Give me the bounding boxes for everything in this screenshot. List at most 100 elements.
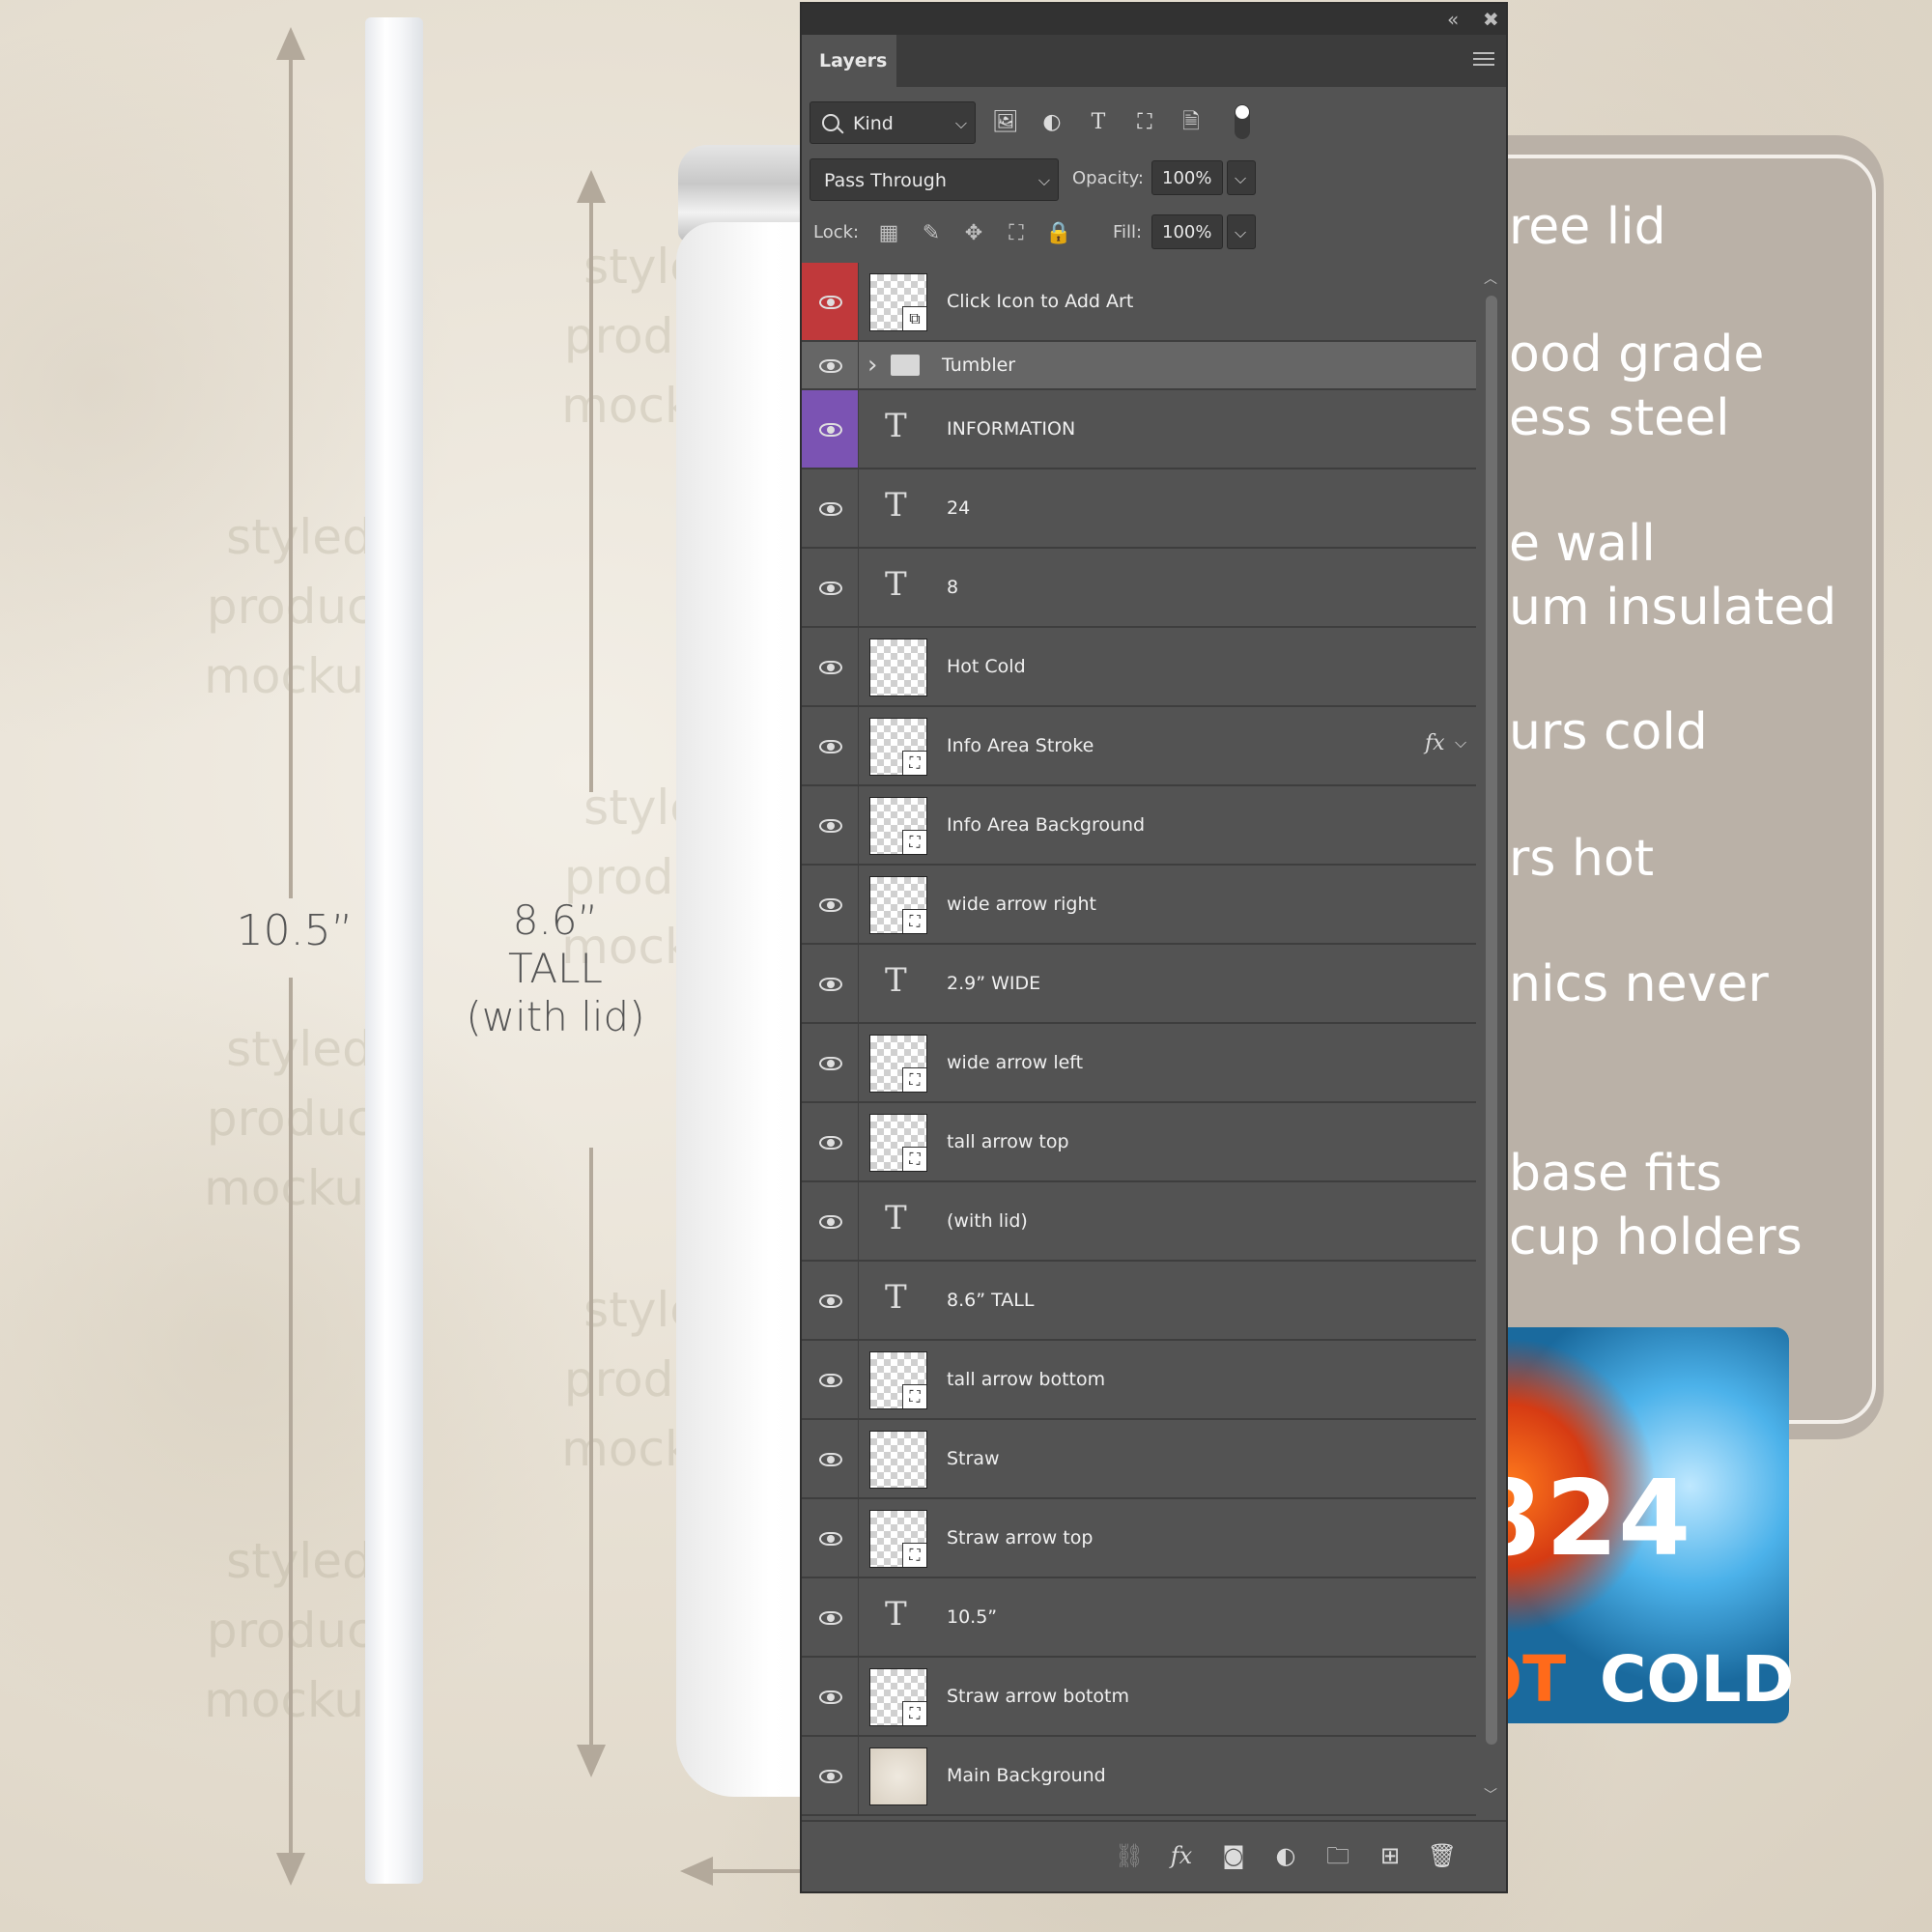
image-filter-icon[interactable]: 🖼 <box>991 108 1020 137</box>
collapse-panel-icon[interactable]: « <box>1447 8 1459 31</box>
new-group-icon[interactable]: 🗀 <box>1321 1839 1354 1872</box>
layer-name[interactable]: 8.6” TALL <box>947 1290 1034 1311</box>
layer-row[interactable]: ⛶ Info Area Stroke fx ⌵ <box>802 707 1476 786</box>
opacity-dropdown[interactable]: ⌵ <box>1227 160 1256 195</box>
layer-row[interactable]: T 10.5” <box>802 1578 1476 1658</box>
layer-name[interactable]: Hot Cold <box>947 656 1026 677</box>
scroll-up-icon[interactable]: ︿ <box>1484 269 1497 288</box>
visibility-cell[interactable] <box>802 628 859 705</box>
adjustment-filter-icon[interactable]: ◐ <box>1037 108 1066 137</box>
visibility-cell[interactable] <box>802 342 859 388</box>
shape-filter-icon[interactable]: ⛶ <box>1130 108 1159 137</box>
chevron-down-icon[interactable]: ⌵ <box>1455 733 1466 753</box>
filter-kind-select[interactable]: Kind ⌵ <box>810 101 976 144</box>
layer-row[interactable]: T 8.6” TALL <box>802 1262 1476 1341</box>
eye-icon[interactable] <box>819 1215 842 1229</box>
layer-name[interactable]: Straw arrow top <box>947 1527 1093 1548</box>
add-mask-icon[interactable]: ◙ <box>1217 1839 1250 1872</box>
layer-row[interactable]: › Tumbler <box>802 342 1476 390</box>
layer-row[interactable]: ⛶ Straw arrow top <box>802 1499 1476 1578</box>
layer-row[interactable]: ⛶ Info Area Background <box>802 786 1476 866</box>
expand-group-icon[interactable]: › <box>867 351 877 380</box>
panel-menu-icon[interactable] <box>1473 52 1494 70</box>
layer-row[interactable]: T 2.9” WIDE <box>802 945 1476 1024</box>
layer-row[interactable]: ⛶ tall arrow top <box>802 1103 1476 1182</box>
layer-name[interactable]: 8 <box>947 577 958 598</box>
visibility-cell[interactable] <box>802 1262 859 1339</box>
blend-mode-select[interactable]: Pass Through ⌵ <box>810 158 1059 201</box>
lock-artboard-icon[interactable]: ⛶ <box>1003 220 1030 247</box>
eye-icon[interactable] <box>819 1057 842 1070</box>
smart-object-filter-icon[interactable]: 🗎 <box>1177 108 1206 137</box>
layer-row[interactable]: ⧉ Click Icon to Add Art <box>802 263 1476 342</box>
visibility-cell[interactable] <box>802 1658 859 1735</box>
filter-toggle-icon[interactable] <box>1235 104 1250 139</box>
lock-transparent-pixels-icon[interactable]: ▦ <box>875 220 902 247</box>
layer-name[interactable]: Main Background <box>947 1765 1106 1786</box>
eye-icon[interactable] <box>819 1532 842 1546</box>
layer-name[interactable]: Tumbler <box>942 355 1015 376</box>
layer-row[interactable]: T INFORMATION <box>802 390 1476 469</box>
eye-icon[interactable] <box>819 1611 842 1625</box>
layer-name[interactable]: Straw <box>947 1448 1000 1469</box>
tab-layers[interactable]: Layers <box>802 35 896 87</box>
layer-name[interactable]: wide arrow right <box>947 894 1096 915</box>
layer-row[interactable]: ⛶ tall arrow bottom <box>802 1341 1476 1420</box>
scroll-thumb[interactable] <box>1486 296 1497 1745</box>
layer-name[interactable]: Info Area Stroke <box>947 735 1094 756</box>
eye-icon[interactable] <box>819 1770 842 1783</box>
visibility-cell[interactable] <box>802 1024 859 1101</box>
visibility-cell[interactable] <box>802 1420 859 1497</box>
eye-icon[interactable] <box>819 1374 842 1387</box>
visibility-cell[interactable] <box>802 1499 859 1577</box>
eye-icon[interactable] <box>819 978 842 991</box>
eye-icon[interactable] <box>819 423 842 437</box>
layer-name[interactable]: tall arrow bottom <box>947 1369 1105 1390</box>
eye-icon[interactable] <box>819 740 842 753</box>
layer-name[interactable]: Straw arrow bototm <box>947 1686 1129 1707</box>
layer-row[interactable]: Straw <box>802 1420 1476 1499</box>
visibility-cell[interactable] <box>802 263 859 340</box>
visibility-cell[interactable] <box>802 469 859 547</box>
visibility-cell[interactable] <box>802 549 859 626</box>
visibility-cell[interactable] <box>802 786 859 864</box>
layer-name[interactable]: 2.9” WIDE <box>947 973 1040 994</box>
layer-name[interactable]: Click Icon to Add Art <box>947 291 1133 312</box>
type-filter-icon[interactable]: T <box>1084 108 1113 137</box>
eye-icon[interactable] <box>819 296 842 309</box>
eye-icon[interactable] <box>819 898 842 912</box>
layer-row[interactable]: ⛶ Straw arrow bototm <box>802 1658 1476 1737</box>
layer-name[interactable]: 10.5” <box>947 1606 997 1628</box>
eye-icon[interactable] <box>819 582 842 595</box>
eye-icon[interactable] <box>819 819 842 833</box>
eye-icon[interactable] <box>819 1690 842 1704</box>
adjustment-layer-icon[interactable]: ◐ <box>1269 1839 1302 1872</box>
layer-name[interactable]: (with lid) <box>947 1210 1028 1232</box>
lock-all-icon[interactable]: 🔒 <box>1045 220 1072 247</box>
layer-row[interactable]: T (with lid) <box>802 1182 1476 1262</box>
close-panel-icon[interactable]: ✖ <box>1483 8 1499 31</box>
visibility-cell[interactable] <box>802 866 859 943</box>
opacity-input[interactable]: 100% <box>1151 160 1223 195</box>
visibility-cell[interactable] <box>802 1341 859 1418</box>
layer-name[interactable]: 24 <box>947 497 970 519</box>
layers-scrollbar[interactable]: ︿ ﹀ <box>1482 265 1501 1810</box>
visibility-cell[interactable] <box>802 1578 859 1656</box>
delete-layer-icon[interactable]: 🗑 <box>1426 1839 1459 1872</box>
layer-row[interactable]: Main Background <box>802 1737 1476 1816</box>
layer-name[interactable]: wide arrow left <box>947 1052 1083 1073</box>
eye-icon[interactable] <box>819 359 842 373</box>
lock-position-icon[interactable]: ✥ <box>960 220 987 247</box>
eye-icon[interactable] <box>819 1294 842 1308</box>
fill-input[interactable]: 100% <box>1151 214 1223 249</box>
layer-row[interactable]: T8 <box>802 549 1476 628</box>
layer-row[interactable]: T 24 <box>802 469 1476 549</box>
layer-name[interactable]: INFORMATION <box>947 418 1075 440</box>
lock-image-pixels-icon[interactable]: ✎ <box>918 220 945 247</box>
layer-row[interactable]: ⛶ wide arrow left <box>802 1024 1476 1103</box>
layer-row[interactable]: ⛶ wide arrow right <box>802 866 1476 945</box>
eye-icon[interactable] <box>819 1136 842 1150</box>
layer-name[interactable]: tall arrow top <box>947 1131 1069 1152</box>
layer-name[interactable]: Info Area Background <box>947 814 1145 836</box>
visibility-cell[interactable] <box>802 1737 859 1814</box>
